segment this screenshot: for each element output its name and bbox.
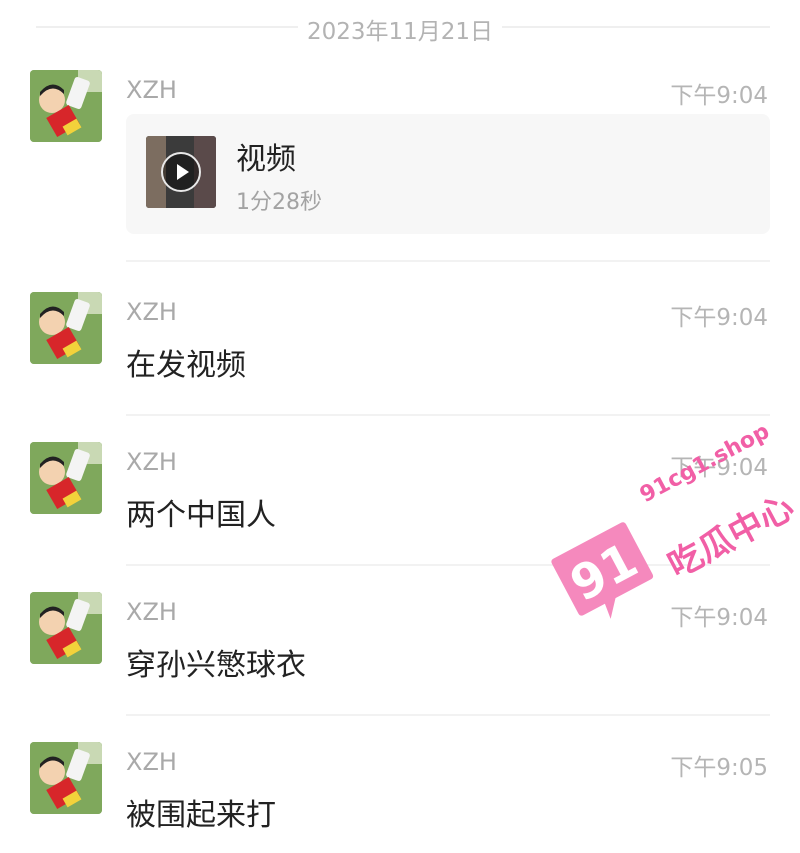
sender-name: XZH: [126, 298, 177, 326]
chat-message: XZH 下午9:04 在发视频: [0, 292, 800, 392]
video-card[interactable]: 视频 1分28秒: [126, 114, 770, 234]
message-divider: [126, 260, 770, 262]
message-text: 穿孙兴慜球衣: [126, 648, 306, 683]
sender-name: XZH: [126, 448, 177, 476]
watermark-name: 吃瓜中心: [661, 487, 800, 587]
video-title: 视频: [236, 142, 296, 177]
avatar[interactable]: [30, 70, 102, 142]
message-text: 两个中国人: [126, 498, 276, 533]
cartoon-avatar-icon: [30, 442, 102, 514]
cartoon-avatar-icon: [30, 742, 102, 814]
cartoon-avatar-icon: [30, 592, 102, 664]
cartoon-avatar-icon: [30, 70, 102, 142]
avatar[interactable]: [30, 592, 102, 664]
avatar[interactable]: [30, 742, 102, 814]
sender-name: XZH: [126, 76, 177, 104]
video-thumbnail[interactable]: [146, 136, 216, 208]
avatar[interactable]: [30, 442, 102, 514]
sender-name: XZH: [126, 598, 177, 626]
date-divider-right: [502, 26, 770, 28]
cartoon-avatar-icon: [30, 292, 102, 364]
chat-message: XZH 下午9:05 被围起来打: [0, 742, 800, 842]
avatar[interactable]: [30, 292, 102, 364]
sender-name: XZH: [126, 748, 177, 776]
date-divider-left: [36, 26, 298, 28]
message-time: 下午9:04: [670, 305, 768, 331]
message-time: 下午9:05: [670, 755, 768, 781]
message-text: 被围起来打: [126, 798, 276, 833]
play-icon[interactable]: [161, 152, 201, 192]
date-label: 2023年11月21日: [306, 19, 494, 45]
message-divider: [126, 714, 770, 716]
watermark: 91 91cg1.shop 吃瓜中心: [551, 419, 800, 640]
chat-message-video: XZH 下午9:04 视频 1分28秒: [0, 70, 800, 246]
message-time: 下午9:04: [670, 83, 768, 109]
message-divider: [126, 414, 770, 416]
video-duration: 1分28秒: [236, 190, 322, 215]
date-separator: 2023年11月21日: [0, 0, 800, 52]
watermark-badge: 91: [544, 514, 668, 638]
message-text: 在发视频: [126, 348, 246, 383]
